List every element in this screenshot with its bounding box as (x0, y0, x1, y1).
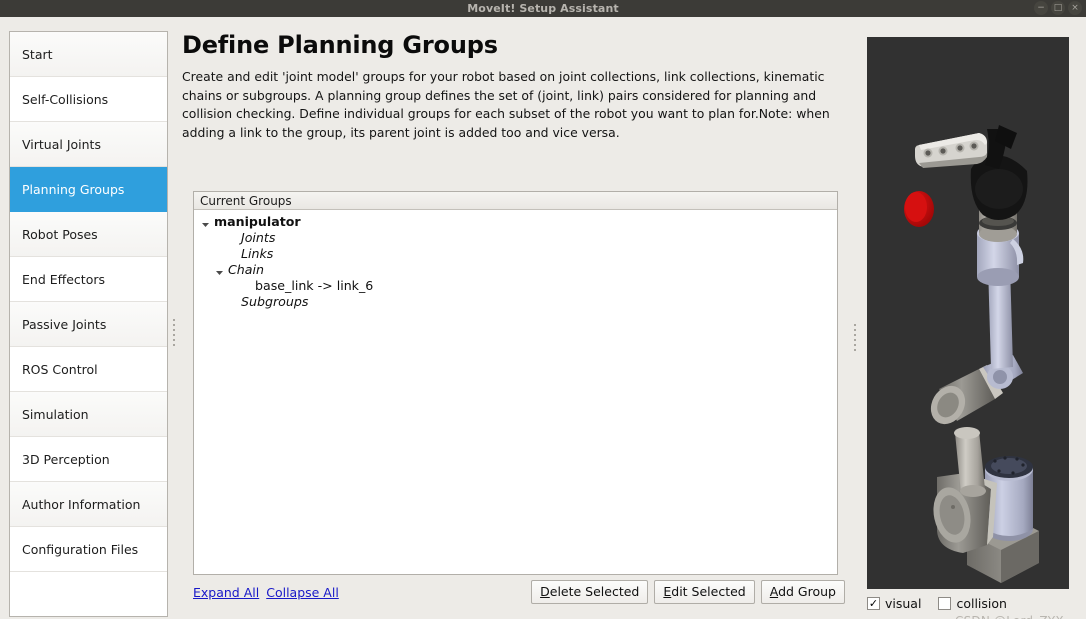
robot-3d-viewport[interactable] (867, 37, 1069, 589)
splitter-dot (172, 318, 175, 321)
visual-check-icon: ✓ (868, 597, 879, 610)
sidebar-item-label: Configuration Files (22, 541, 139, 557)
splitter-dot (853, 323, 856, 326)
splitter-dot (172, 333, 175, 336)
button-label: dit Selected (671, 584, 746, 599)
sidebar-item-label: Passive Joints (22, 316, 107, 332)
tree-row-label: manipulator (214, 213, 301, 229)
sidebar-item-robot-poses[interactable]: Robot Poses (10, 212, 167, 257)
chevron-down-icon[interactable] (201, 217, 210, 227)
moveit-setup-assistant-window: MoveIt! Setup Assistant − □ × Start Self-… (0, 0, 1086, 619)
collision-checkbox-label[interactable]: collision (956, 596, 1007, 611)
collapse-all-link[interactable]: Collapse All (266, 585, 339, 600)
tree-link-row: Expand All Collapse All (193, 585, 346, 600)
tree-row[interactable]: Links (194, 245, 837, 261)
robot-model-render (867, 37, 1069, 589)
sidebar-item-author-information[interactable]: Author Information (10, 482, 167, 527)
button-mnemonic: A (769, 584, 779, 599)
splitter-dot (172, 343, 175, 346)
splitter-dot (172, 323, 175, 326)
sidebar-item-start[interactable]: Start (10, 32, 167, 77)
sidebar-item-label: Robot Poses (22, 226, 98, 242)
main-panel: Define Planning Groups Create and edit '… (180, 31, 845, 611)
splitter-dot (853, 343, 856, 346)
display-options: ✓ visual collision (867, 596, 1007, 611)
maximize-icon[interactable]: □ (1051, 1, 1065, 15)
tree-row-label: Joints (241, 229, 276, 245)
splitter-dot (853, 338, 856, 341)
tree-row[interactable]: Chain (194, 261, 837, 277)
sidebar-item-3d-perception[interactable]: 3D Perception (10, 437, 167, 482)
sidebar-item-label: Start (22, 46, 53, 62)
tree-row[interactable]: Joints (194, 229, 837, 245)
collision-checkbox[interactable] (938, 597, 952, 610)
minimize-icon[interactable]: − (1034, 1, 1048, 15)
chevron-down-icon[interactable] (215, 265, 224, 275)
current-groups-tree[interactable]: Current Groups manipulator Joints Links Cha… (193, 191, 838, 575)
add-group-button[interactable]: Add Group (760, 580, 845, 604)
visual-checkbox[interactable]: ✓ (867, 597, 880, 610)
button-label: dd Group (778, 584, 836, 599)
sidebar-item-label: 3D Perception (22, 451, 110, 467)
tree-row[interactable]: base_link -> link_6 (194, 277, 837, 293)
title-bar: MoveIt! Setup Assistant − □ × (0, 0, 1086, 17)
visual-checkbox-label[interactable]: visual (885, 596, 921, 611)
button-mnemonic: D (540, 584, 550, 599)
window-content: Start Self-Collisions Virtual Joints Planni… (0, 17, 1086, 619)
sidebar-item-self-collisions[interactable]: Self-Collisions (10, 77, 167, 122)
robot-red-marker (904, 191, 934, 227)
sidebar-item-label: Author Information (22, 496, 141, 512)
sidebar-item-label: End Effectors (22, 271, 106, 287)
delete-selected-button[interactable]: Delete Selected (531, 580, 649, 604)
window-title: MoveIt! Setup Assistant (467, 2, 619, 15)
action-button-row: Delete Selected Edit Selected Add Group (531, 580, 845, 604)
watermark-text: CSDN @Lord_ZYX (955, 614, 1064, 619)
sidebar-item-label: Simulation (22, 406, 89, 422)
tree-row[interactable]: manipulator (194, 213, 837, 229)
sidebar-item-virtual-joints[interactable]: Virtual Joints (10, 122, 167, 167)
splitter-dot (853, 333, 856, 336)
sidebar-item-end-effectors[interactable]: End Effectors (10, 257, 167, 302)
sidebar-item-label: ROS Control (22, 361, 98, 377)
tree-column-header: Current Groups (194, 192, 837, 210)
tree-body: manipulator Joints Links Chain base_link -> … (194, 210, 837, 309)
page-description: Create and edit 'joint model' groups for… (182, 69, 830, 140)
splitter-dot (172, 328, 175, 331)
splitter-dot (853, 328, 856, 331)
right-splitter-handle[interactable] (849, 302, 860, 372)
sidebar-item-planning-groups[interactable]: Planning Groups (10, 167, 167, 212)
tree-row-label: base_link -> link_6 (255, 277, 374, 293)
tree-row-label: Links (241, 245, 274, 261)
expand-all-link[interactable]: Expand All (193, 585, 259, 600)
edit-selected-button[interactable]: Edit Selected (654, 580, 755, 604)
navigation-list[interactable]: Start Self-Collisions Virtual Joints Planni… (9, 31, 168, 617)
sidebar-item-ros-control[interactable]: ROS Control (10, 347, 167, 392)
sidebar-item-simulation[interactable]: Simulation (10, 392, 167, 437)
page-title: Define Planning Groups (182, 31, 498, 59)
button-label: elete Selected (549, 584, 640, 599)
tree-row[interactable]: Subgroups (194, 293, 837, 309)
sidebar-item-passive-joints[interactable]: Passive Joints (10, 302, 167, 347)
tree-row-label: Subgroups (241, 293, 309, 309)
splitter-dot (853, 348, 856, 351)
sidebar-item-configuration-files[interactable]: Configuration Files (10, 527, 167, 572)
tree-row-label: Chain (228, 261, 264, 277)
window-controls: − □ × (1034, 1, 1082, 15)
sidebar-item-label: Virtual Joints (22, 136, 101, 152)
sidebar-item-label: Planning Groups (22, 181, 125, 197)
sidebar-item-label: Self-Collisions (22, 91, 109, 107)
left-splitter-handle[interactable] (168, 297, 179, 367)
close-icon[interactable]: × (1068, 1, 1082, 15)
splitter-dot (172, 338, 175, 341)
